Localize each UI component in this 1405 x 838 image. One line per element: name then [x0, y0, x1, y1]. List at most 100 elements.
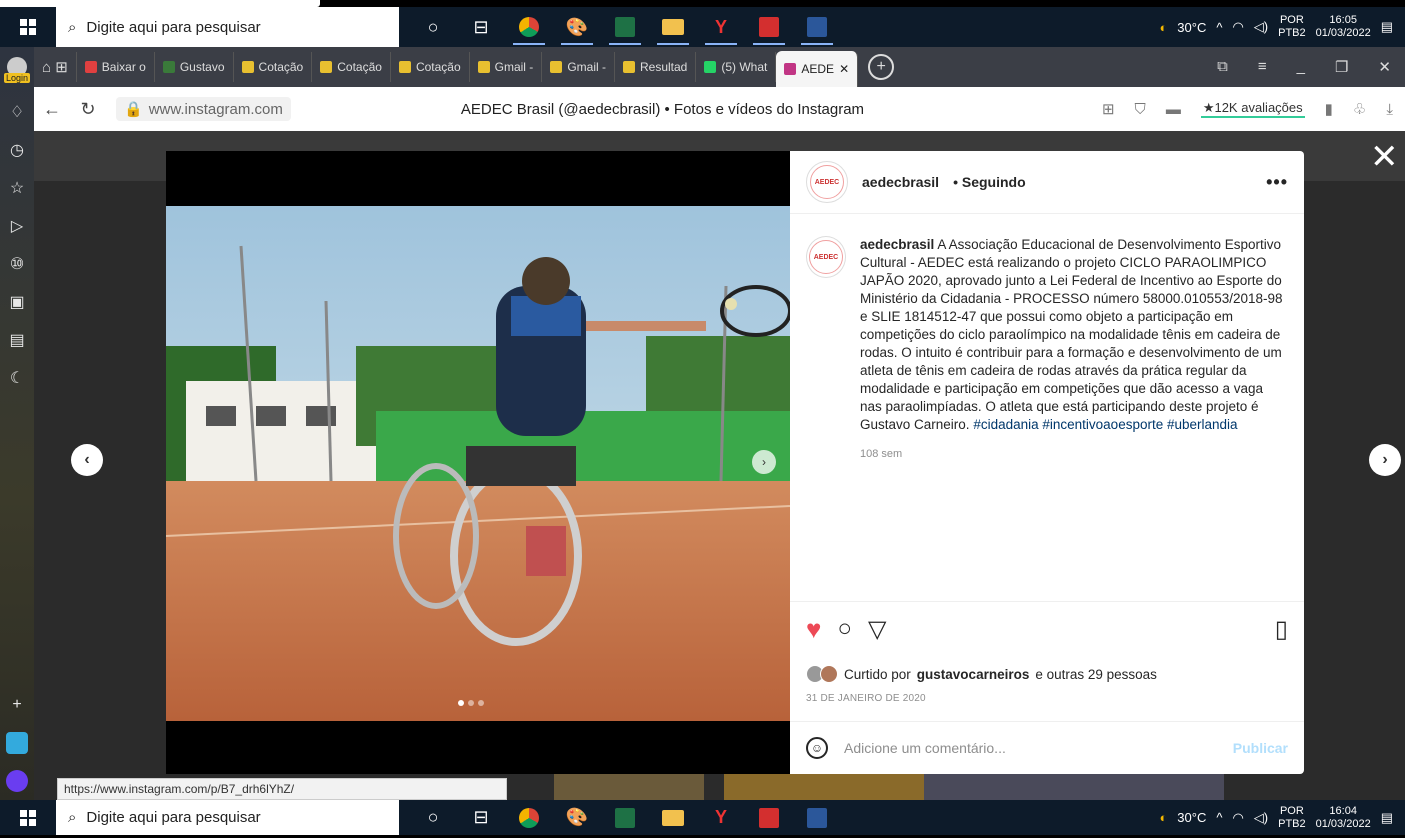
weather-temp[interactable]: 30°C — [1177, 20, 1206, 35]
taskbar-clock[interactable]: 16:05 01/03/2022 — [1316, 14, 1371, 40]
liked-suffix[interactable]: e outras 29 pessoas — [1035, 667, 1157, 682]
app-circle-icon[interactable] — [0, 762, 34, 800]
browser-tab[interactable]: Cotação — [391, 52, 470, 82]
save-bookmark-icon[interactable]: ▯ — [1275, 615, 1288, 644]
volume-icon[interactable]: ◁) — [1254, 19, 1268, 35]
liked-user[interactable]: gustavocarneiros — [917, 667, 1030, 682]
app-arrow-icon[interactable] — [0, 724, 34, 762]
weather-icon[interactable]: ◐ — [1159, 810, 1167, 825]
explorer-icon[interactable] — [649, 7, 697, 47]
taskview-icon[interactable]: ⊟ — [457, 7, 505, 47]
cortana-icon[interactable]: ○ — [409, 798, 457, 838]
yandex-icon[interactable]: Y — [697, 7, 745, 47]
close-tab-icon[interactable]: ✕ — [839, 62, 849, 76]
weather-temp[interactable]: 30°C — [1177, 810, 1206, 825]
tab-home[interactable]: ⌂ ⊞ — [34, 52, 77, 82]
chat-icon[interactable]: ▬ — [1166, 101, 1181, 118]
bookmark-icon[interactable]: ▮ — [1325, 100, 1333, 118]
taskbar-search-box[interactable]: ⌕ Digite aqui para pesquisar — [56, 800, 399, 835]
menu-icon[interactable]: ≡ — [1258, 58, 1267, 76]
windows-start-icon[interactable] — [0, 19, 56, 35]
download-icon[interactable]: ⤓ — [1386, 101, 1393, 118]
login-button[interactable]: Login — [0, 47, 34, 93]
word-icon[interactable] — [793, 7, 841, 47]
star-icon[interactable]: ☆ — [0, 169, 34, 207]
caption-username[interactable]: aedecbrasil — [860, 237, 934, 252]
notes-icon[interactable]: ▤ — [0, 321, 34, 359]
extensions-icon[interactable]: ⊞ — [1102, 100, 1115, 118]
bell-icon[interactable]: ♢ — [0, 93, 34, 131]
word-icon[interactable] — [793, 798, 841, 838]
cortana-icon[interactable]: ○ — [409, 7, 457, 47]
liker-avatar[interactable] — [820, 665, 838, 683]
chevron-up-icon[interactable]: ^ — [1216, 20, 1222, 35]
browser-tab[interactable]: Gmail - — [470, 52, 543, 82]
post-photo[interactable] — [166, 206, 790, 721]
share-icon[interactable]: ▽ — [868, 615, 886, 644]
emoji-icon[interactable]: ☺ — [806, 737, 828, 759]
windows-start-icon[interactable] — [0, 809, 56, 826]
post-username[interactable]: aedecbrasil — [862, 174, 939, 190]
notifications-icon[interactable]: ▤ — [1381, 19, 1393, 35]
taskview-icon[interactable]: ⊟ — [457, 798, 505, 838]
browser-tab[interactable]: AEDE ✕ — [776, 51, 859, 87]
reload-icon[interactable]: ↻ — [70, 99, 106, 120]
moon-icon[interactable]: ☾ — [0, 359, 34, 397]
volume-icon[interactable]: ◁) — [1254, 810, 1268, 826]
screenshot-icon[interactable]: ▣ — [0, 283, 34, 321]
follow-status[interactable]: • Seguindo — [953, 174, 1026, 190]
ten-icon[interactable]: ⑩ — [0, 245, 34, 283]
excel-icon[interactable] — [601, 798, 649, 838]
back-arrow-icon[interactable]: ← — [34, 99, 70, 120]
close-modal-icon[interactable]: ✕ — [1370, 140, 1399, 174]
minimize-icon[interactable]: _ — [1297, 58, 1305, 76]
notifications-icon[interactable]: ▤ — [1381, 810, 1393, 826]
shield-icon[interactable]: ⛉ — [1135, 101, 1146, 118]
plus-icon[interactable]: + — [0, 686, 34, 724]
comment-icon[interactable]: ○ — [837, 615, 852, 643]
caption-avatar[interactable]: AEDEC — [806, 236, 846, 278]
excel-icon[interactable] — [601, 7, 649, 47]
wifi-icon[interactable]: ◠ — [1232, 810, 1243, 826]
in-photo-next-icon[interactable]: › — [752, 450, 776, 474]
chevron-up-icon[interactable]: ^ — [1216, 810, 1222, 825]
browser-tab[interactable]: Gmail - — [542, 52, 615, 82]
browser-tab[interactable]: Cotação — [312, 52, 391, 82]
account-avatar[interactable]: AEDEC — [806, 161, 848, 203]
history-icon[interactable]: ◷ — [0, 131, 34, 169]
comment-input[interactable]: Adicione um comentário... — [844, 740, 1006, 756]
paint-icon[interactable]: 🎨 — [553, 7, 601, 47]
weather-icon[interactable]: ◐ — [1159, 20, 1167, 35]
more-options-icon[interactable]: ••• — [1266, 172, 1288, 193]
browser-tab[interactable]: Baixar o — [77, 52, 155, 82]
shopping-icon[interactable]: ♧ — [1353, 100, 1366, 118]
acrobat-icon[interactable] — [745, 7, 793, 47]
browser-tab[interactable]: Gustavo — [155, 52, 234, 82]
browser-tab[interactable]: Cotação — [234, 52, 313, 82]
restore-icon[interactable]: ❐ — [1335, 58, 1348, 76]
language-indicator[interactable]: POR PTB2 — [1278, 14, 1306, 40]
caption-hashtags[interactable]: #cidadania #incentivoaoesporte #uberland… — [973, 417, 1237, 432]
like-heart-icon[interactable]: ♥ — [806, 614, 821, 645]
wifi-icon[interactable]: ◠ — [1232, 19, 1243, 35]
yandex-icon[interactable]: Y — [697, 798, 745, 838]
chrome-icon[interactable] — [505, 798, 553, 838]
explorer-icon[interactable] — [649, 798, 697, 838]
taskbar-clock[interactable]: 16:04 01/03/2022 — [1316, 805, 1371, 831]
next-post-arrow-icon[interactable]: › — [1369, 444, 1401, 476]
new-tab-button[interactable]: + — [868, 54, 895, 80]
taskbar-search-box[interactable]: ⌕ Digite aqui para pesquisar — [56, 7, 399, 47]
url-field[interactable]: 🔒 www.instagram.com — [116, 97, 291, 121]
paint-icon[interactable]: 🎨 — [553, 798, 601, 838]
browser-tab[interactable]: Resultad — [615, 52, 697, 82]
browser-tab[interactable]: (5) What — [696, 52, 777, 82]
close-window-icon[interactable]: ✕ — [1378, 58, 1391, 76]
prev-post-arrow-icon[interactable]: ‹ — [71, 444, 103, 476]
tab-list-icon[interactable]: ⧉ — [1217, 58, 1228, 76]
rating-badge[interactable]: ★12K avaliações — [1200, 100, 1305, 118]
language-indicator[interactable]: POR PTB2 — [1278, 805, 1306, 831]
chrome-icon[interactable] — [505, 7, 553, 47]
publish-button[interactable]: Publicar — [1233, 740, 1288, 756]
play-icon[interactable]: ▷ — [0, 207, 34, 245]
acrobat-icon[interactable] — [745, 798, 793, 838]
